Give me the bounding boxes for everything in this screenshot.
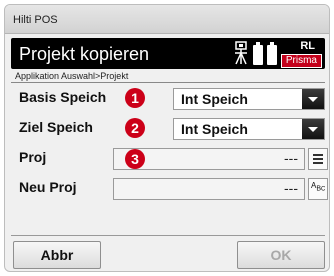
cancel-button[interactable]: Abbr xyxy=(13,241,101,269)
chevron-down-icon[interactable] xyxy=(302,89,324,109)
ok-button[interactable]: OK xyxy=(237,241,325,269)
step-badge-2: 2 xyxy=(125,118,145,138)
chevron-down-icon[interactable] xyxy=(302,119,324,139)
tripod-icon xyxy=(235,41,247,65)
basis-speich-select[interactable]: Int Speich xyxy=(173,88,325,110)
proj-value: --- xyxy=(284,150,298,166)
proj-label: Proj xyxy=(19,149,47,165)
ziel-speich-select[interactable]: Int Speich xyxy=(173,118,325,140)
neu-proj-label: Neu Proj xyxy=(19,179,77,195)
app-window: Hilti POS Projekt kopieren RL Prisma App… xyxy=(4,4,330,272)
neu-proj-value: --- xyxy=(284,180,298,196)
keyboard-abc-icon[interactable]: ABC xyxy=(308,178,328,200)
prisma-badge: Prisma xyxy=(280,54,322,68)
divider xyxy=(11,235,325,236)
status-label: RL xyxy=(300,40,315,52)
battery-icon xyxy=(267,42,277,65)
step-badge-3: 3 xyxy=(125,149,145,169)
basis-speich-label: Basis Speich xyxy=(19,89,107,105)
step-badge-1: 1 xyxy=(125,88,145,108)
window-title: Hilti POS xyxy=(13,14,58,26)
page-header: Projekt kopieren RL Prisma xyxy=(11,38,325,69)
breadcrumb: Applikation Auswahl>Projekt xyxy=(15,71,129,81)
neu-proj-field[interactable]: --- xyxy=(113,178,305,200)
battery-icon xyxy=(253,42,263,65)
list-icon[interactable] xyxy=(308,148,328,170)
title-bar: Hilti POS xyxy=(5,5,329,34)
ziel-speich-label: Ziel Speich xyxy=(19,119,93,135)
ziel-speich-value: Int Speich xyxy=(181,121,248,137)
divider xyxy=(11,82,325,83)
basis-speich-value: Int Speich xyxy=(181,91,248,107)
page-title: Projekt kopieren xyxy=(19,44,150,64)
